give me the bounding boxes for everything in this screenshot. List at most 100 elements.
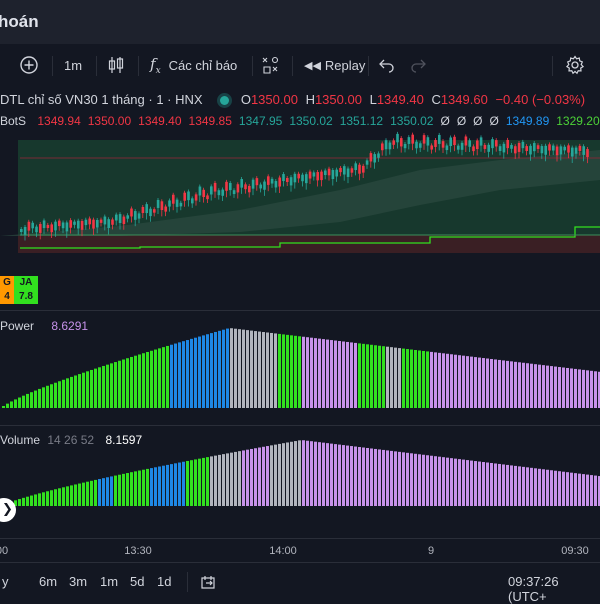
toolbar-divider (52, 56, 53, 76)
candle (419, 143, 422, 148)
range-button[interactable]: 3m (69, 574, 87, 589)
candle (297, 173, 300, 179)
power-bar (342, 341, 345, 408)
pane-separator[interactable] (0, 310, 600, 311)
volume-bar (82, 482, 85, 506)
volume-bar (46, 491, 49, 506)
candle (50, 224, 53, 233)
volume-bar (486, 462, 489, 506)
candle (400, 138, 403, 147)
candle (563, 146, 566, 151)
add-symbol-button[interactable] (18, 44, 40, 86)
power-bar (378, 345, 381, 408)
candle (259, 184, 262, 189)
range-button[interactable]: 1d (157, 574, 171, 589)
indicator-value: 1349.94 (37, 114, 81, 128)
range-button[interactable]: 6m (39, 574, 57, 589)
templates-button[interactable] (261, 44, 281, 86)
replay-button[interactable]: ◀◀ Replay (304, 44, 365, 86)
power-bar (66, 378, 69, 408)
power-bar (190, 338, 193, 408)
symbol-legend: DTL chỉ số VN30 1 tháng · 1 · HNX O1350.… (0, 92, 585, 107)
power-bar (18, 397, 21, 408)
power-bar (438, 352, 441, 408)
candle (27, 221, 31, 231)
power-bar (10, 401, 13, 408)
interval-button[interactable]: 1m (64, 44, 82, 86)
power-bar (146, 351, 149, 408)
date-range-button[interactable] (200, 573, 218, 594)
power-bar (246, 330, 249, 408)
power-bar (70, 376, 73, 408)
candle (316, 172, 319, 181)
candle (468, 140, 471, 147)
volume-bar (358, 447, 361, 506)
volume-bar (530, 467, 533, 506)
left-badge-top: G (3, 277, 11, 288)
low-value: 1349.40 (376, 92, 424, 107)
volume-bar (38, 493, 41, 506)
candle (274, 181, 278, 188)
candle (460, 142, 464, 150)
candle (571, 147, 574, 157)
volume-bar (74, 484, 77, 506)
power-bar (358, 343, 361, 408)
range-button[interactable]: 5d (130, 574, 144, 589)
volume-legend: Volume 14 26 52 8.1597 (0, 433, 142, 447)
price-chart[interactable] (0, 86, 600, 538)
indicators-button[interactable]: fx Các chỉ báo (150, 44, 237, 86)
range-button[interactable]: 1m (100, 574, 118, 589)
candle (430, 145, 433, 150)
power-bar (174, 343, 177, 408)
power-bar (54, 382, 57, 408)
candle (20, 229, 23, 232)
power-bar (166, 345, 169, 408)
range-button[interactable]: y (2, 574, 9, 589)
time-axis[interactable]: 00 13:30 14:00 9 09:30 (0, 538, 600, 563)
candle (206, 195, 209, 200)
candle (362, 165, 365, 173)
pane-separator[interactable] (0, 425, 600, 426)
candle (69, 220, 72, 228)
power-bar (382, 346, 385, 408)
candle (46, 224, 50, 229)
volume-bar (182, 461, 185, 506)
power-bar (258, 331, 261, 408)
power-bar (82, 372, 85, 408)
candle (213, 182, 217, 192)
volume-bar (118, 474, 121, 506)
candle (335, 169, 338, 177)
function-icon: fx (150, 54, 161, 76)
indicator-value: 1351.12 (339, 114, 384, 128)
candle (42, 220, 46, 229)
volume-bar (274, 444, 277, 506)
undo-button[interactable] (377, 44, 395, 86)
power-bar (222, 329, 225, 408)
volume-bar (138, 470, 141, 506)
volume-bar (414, 453, 417, 506)
indicator-value: 1329.20 (556, 114, 600, 128)
candle (479, 137, 483, 146)
volume-bar (226, 453, 229, 506)
power-bar (254, 331, 257, 408)
settings-button[interactable] (564, 44, 586, 86)
power-bar (450, 354, 453, 408)
redo-button[interactable] (410, 44, 428, 86)
volume-bar (322, 442, 325, 506)
volume-bar (162, 465, 165, 506)
volume-bar (354, 446, 357, 506)
chart-type-button[interactable] (106, 44, 126, 86)
candle (555, 146, 559, 156)
power-bar (494, 359, 497, 408)
power-bar (22, 395, 25, 408)
volume-bar (478, 461, 481, 506)
volume-bar (394, 451, 397, 506)
power-bar (194, 337, 197, 408)
volume-bar (166, 464, 169, 506)
time-tick: 14:00 (269, 545, 297, 557)
candle (339, 167, 342, 173)
volume-bar (342, 445, 345, 506)
high-label: H (305, 92, 315, 107)
candle (495, 140, 498, 147)
candle (464, 136, 468, 146)
